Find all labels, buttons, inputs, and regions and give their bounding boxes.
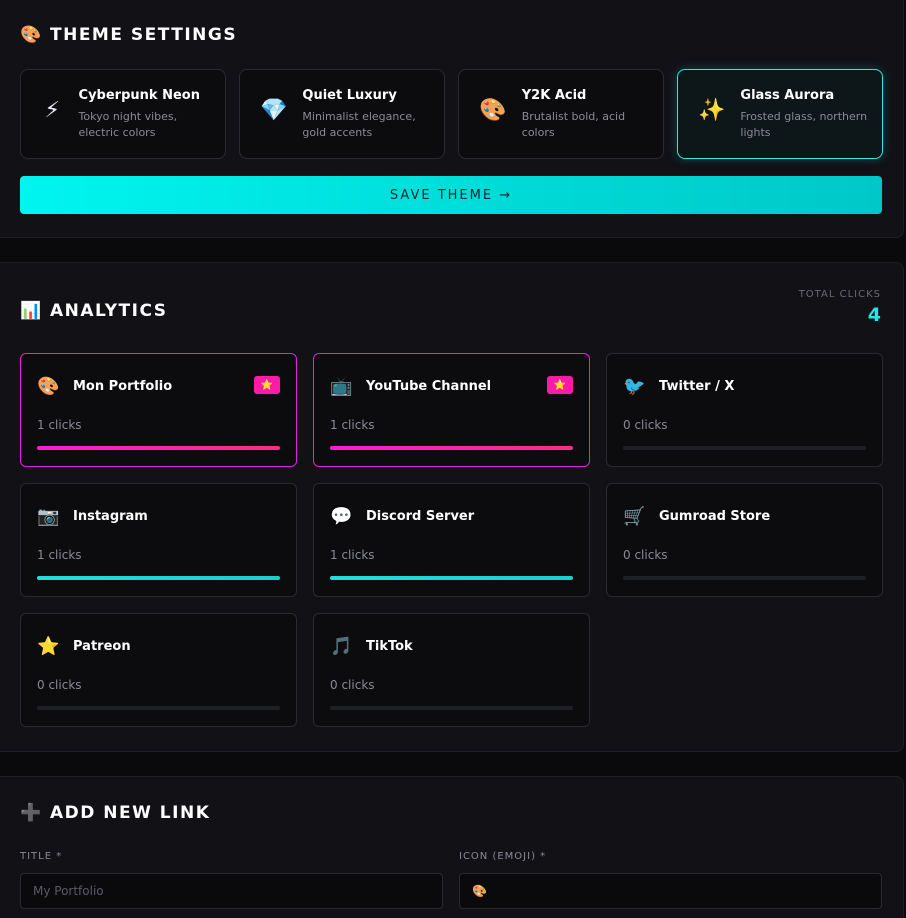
link-clicks: 0 clicks xyxy=(623,418,668,432)
link-stat-header: 💬 Discord Server xyxy=(330,506,474,527)
total-clicks: TOTAL CLICKS 4 xyxy=(799,289,881,326)
theme-desc: Brutalist bold, acid colors xyxy=(521,110,626,139)
link-stat-card[interactable]: 💬 Discord Server 1 clicks xyxy=(313,483,590,597)
theme-name: Quiet Luxury xyxy=(302,88,397,103)
link-clicks: 1 clicks xyxy=(37,418,82,432)
link-stat-card[interactable]: 📷 Instagram 1 clicks xyxy=(20,483,297,597)
theme-desc: Minimalist elegance, gold accents xyxy=(302,110,416,139)
link-name: YouTube Channel xyxy=(366,379,492,394)
link-stat-header: 📺 YouTube Channel xyxy=(330,376,491,397)
click-progress-track xyxy=(330,576,573,580)
theme-desc: Tokyo night vibes, electric colors xyxy=(78,110,178,139)
link-name: Twitter / X xyxy=(659,379,735,394)
link-stat-header: 🎵 TikTok xyxy=(330,636,413,657)
theme-settings-panel: 🎨 THEME SETTINGS ⚡ Cyberpunk Neon Tokyo … xyxy=(0,0,904,238)
icon-field-label: ICON (EMOJI) * xyxy=(459,851,547,862)
theme-name: Y2K Acid xyxy=(521,88,587,103)
add-link-panel: ➕ ADD NEW LINK TITLE * ICON (EMOJI) * xyxy=(0,776,904,918)
link-name: TikTok xyxy=(366,639,413,654)
link-stat-header: 🛒 Gumroad Store xyxy=(623,506,770,527)
bird-icon: 🐦 xyxy=(623,376,646,397)
link-name: Mon Portfolio xyxy=(73,379,173,394)
click-progress-track xyxy=(330,446,573,450)
click-progress-track xyxy=(37,576,280,580)
link-clicks: 0 clicks xyxy=(623,548,668,562)
star-icon: ⭐ xyxy=(37,636,60,657)
link-stat-header: 🐦 Twitter / X xyxy=(623,376,734,397)
palette-icon: 🎨 xyxy=(20,25,43,45)
theme-settings-title: 🎨 THEME SETTINGS xyxy=(20,25,237,45)
click-progress-track xyxy=(330,706,573,710)
analytics-panel: 📊 ANALYTICS TOTAL CLICKS 4 🎨 Mon Portfoli… xyxy=(0,262,904,752)
link-stat-card[interactable]: 🛒 Gumroad Store 0 clicks xyxy=(606,483,883,597)
link-name: Instagram xyxy=(73,509,148,524)
theme-card-glass-aurora[interactable]: ✨ Glass Aurora Frosted glass, northern l… xyxy=(677,69,883,159)
link-stat-card[interactable]: 🎨 Mon Portfolio ⭐ 1 clicks xyxy=(20,353,297,467)
add-link-title: ➕ ADD NEW LINK xyxy=(20,803,210,823)
total-clicks-label: TOTAL CLICKS xyxy=(798,289,881,300)
link-stat-card[interactable]: ⭐ Patreon 0 clicks xyxy=(20,613,297,727)
click-progress-fill xyxy=(37,446,280,450)
link-stat-card[interactable]: 📺 YouTube Channel ⭐ 1 clicks xyxy=(313,353,590,467)
title-input[interactable] xyxy=(20,873,443,909)
theme-card-quiet-luxury[interactable]: 💎 Quiet Luxury Minimalist elegance, gold… xyxy=(239,69,445,159)
link-stat-header: ⭐ Patreon xyxy=(37,636,131,657)
add-link-title-text: ADD NEW LINK xyxy=(50,803,211,823)
lightning-icon: ⚡ xyxy=(44,98,60,123)
palette-icon: 🎨 xyxy=(479,98,507,123)
theme-name: Glass Aurora xyxy=(740,88,835,103)
link-name: Discord Server xyxy=(366,509,475,524)
icon-input[interactable] xyxy=(459,873,882,909)
link-stat-header: 📷 Instagram xyxy=(37,506,148,527)
speech-bubble-icon: 💬 xyxy=(330,506,353,527)
bar-chart-icon: 📊 xyxy=(20,301,43,321)
link-name: Gumroad Store xyxy=(659,509,771,524)
click-progress-fill xyxy=(330,576,573,580)
tv-icon: 📺 xyxy=(330,376,353,397)
link-clicks: 0 clicks xyxy=(37,678,82,692)
click-progress-track xyxy=(37,446,280,450)
link-clicks: 1 clicks xyxy=(330,548,375,562)
sparkles-icon: ✨ xyxy=(698,98,726,123)
click-progress-fill xyxy=(37,576,280,580)
link-clicks: 0 clicks xyxy=(330,678,375,692)
theme-settings-title-text: THEME SETTINGS xyxy=(50,25,238,45)
click-progress-fill xyxy=(330,446,573,450)
link-clicks: 1 clicks xyxy=(37,548,82,562)
save-theme-button[interactable]: SAVE THEME → xyxy=(20,176,882,214)
link-stats-grid: 🎨 Mon Portfolio ⭐ 1 clicks 📺 YouTube Channel ⭐… xyxy=(20,353,883,727)
link-stat-card[interactable]: 🎵 TikTok 0 clicks xyxy=(313,613,590,727)
theme-name: Cyberpunk Neon xyxy=(78,88,200,103)
camera-icon: 📷 xyxy=(37,506,60,527)
analytics-title-text: ANALYTICS xyxy=(50,301,168,321)
link-clicks: 1 clicks xyxy=(330,418,375,432)
music-note-icon: 🎵 xyxy=(330,636,353,657)
theme-desc: Frosted glass, northern lights xyxy=(740,110,868,139)
palette-icon: 🎨 xyxy=(37,376,60,397)
gem-icon: 💎 xyxy=(260,98,288,123)
plus-icon: ➕ xyxy=(20,803,43,823)
link-name: Patreon xyxy=(73,639,131,654)
click-progress-track xyxy=(623,446,866,450)
click-progress-track xyxy=(623,576,866,580)
theme-card-y2k-acid[interactable]: 🎨 Y2K Acid Brutalist bold, acid colors xyxy=(458,69,664,159)
analytics-title: 📊 ANALYTICS xyxy=(20,301,168,321)
link-stat-card[interactable]: 🐦 Twitter / X 0 clicks xyxy=(606,353,883,467)
link-stat-header: 🎨 Mon Portfolio xyxy=(37,376,172,397)
top-star-badge: ⭐ xyxy=(254,376,280,394)
cart-icon: 🛒 xyxy=(623,506,646,527)
theme-card-cyberpunk-neon[interactable]: ⚡ Cyberpunk Neon Tokyo night vibes, elec… xyxy=(20,69,226,159)
theme-options: ⚡ Cyberpunk Neon Tokyo night vibes, elec… xyxy=(20,69,883,159)
total-clicks-value: 4 xyxy=(867,304,881,326)
top-star-badge: ⭐ xyxy=(547,376,573,394)
title-field-label: TITLE * xyxy=(20,851,63,862)
click-progress-track xyxy=(37,706,280,710)
